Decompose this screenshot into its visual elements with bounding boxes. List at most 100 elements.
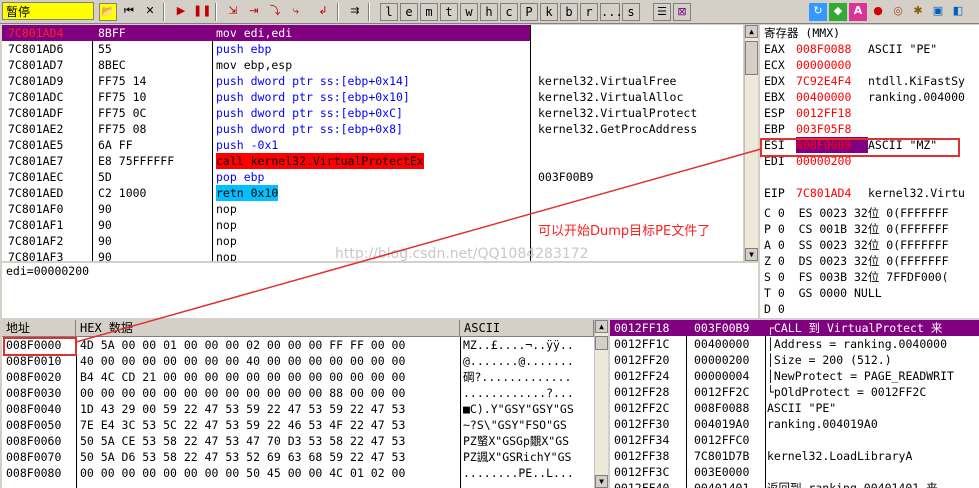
- window-icon[interactable]: ◧: [949, 3, 967, 21]
- register-row[interactable]: EDI 00000200: [764, 153, 868, 169]
- dump-row[interactable]: 008F0010 40 00 00 00 00 00 00 00 40 00 00…: [2, 353, 594, 369]
- dump-row[interactable]: 008F0080 00 00 00 00 00 00 00 00 50 45 00…: [2, 465, 594, 481]
- dump-pane[interactable]: 地址 HEX 数据 ASCII 008F0000 4D 5A 00 00 01 0…: [2, 320, 594, 488]
- threads-button[interactable]: t: [440, 3, 458, 21]
- stack-row[interactable]: 0012FF1C 00400000 │Address = ranking.00400…: [610, 336, 979, 352]
- memory-button[interactable]: m: [420, 3, 438, 21]
- tools-icon[interactable]: ▣: [929, 3, 947, 21]
- disassembly-row[interactable]: 7C801ADF FF75 0C push dword ptr ss:[ebp+0x…: [2, 105, 743, 121]
- stack-row[interactable]: 0012FF20 00000200 │Size = 200 (512.): [610, 352, 979, 368]
- pause-icon[interactable]: ❚❚: [193, 3, 211, 21]
- stack-row[interactable]: 0012FF34 0012FFC0: [610, 432, 979, 448]
- disassembly-scrollbar[interactable]: ▲ ▼: [744, 25, 758, 261]
- scroll-down-icon[interactable]: ▼: [745, 248, 758, 261]
- cpu-button[interactable]: c: [500, 3, 518, 21]
- breakpoints-button[interactable]: b: [560, 3, 578, 21]
- registers-pane[interactable]: 寄存器 (MMX) EAX 008F0088 ASCII "PE" ECX 000000…: [760, 25, 979, 318]
- trace-into-icon[interactable]: ⤵: [266, 3, 284, 21]
- disassembly-row[interactable]: 7C801AE5 6A FF push -0x1: [2, 137, 743, 153]
- dump-row[interactable]: 008F0040 1D 43 29 00 59 22 47 53 59 22 47…: [2, 401, 594, 417]
- stack-row[interactable]: 0012FF24 00000004 │NewProtect = PAGE_READW…: [610, 368, 979, 384]
- run-icon[interactable]: ▶: [172, 3, 190, 21]
- list-icon[interactable]: ☰: [653, 3, 671, 21]
- windows-button[interactable]: w: [460, 3, 478, 21]
- stack-pane[interactable]: 0012FF18 003F00B9 ┌CALL 到 VirtualProtect 来…: [610, 320, 979, 488]
- register-row[interactable]: EIP 7C801AD4 kernel32.Virtu: [764, 185, 965, 201]
- flag-row[interactable]: T 0 GS 0000 NULL: [764, 285, 882, 301]
- flag-row[interactable]: S 0 FS 003B 32位 7FFDF000(: [764, 269, 949, 285]
- disassembly-row[interactable]: 7C801AEC 5D pop ebp 003F00B9: [2, 169, 743, 185]
- disassembly-row[interactable]: 7C801AED C2 1000 retn 0x10: [2, 185, 743, 201]
- disassembly-row[interactable]: 7C801AD9 FF75 14 push dword ptr ss:[ebp+0x…: [2, 73, 743, 89]
- dump-row[interactable]: 008F0020 B4 4C CD 21 00 00 00 00 00 00 00…: [2, 369, 594, 385]
- stack-row[interactable]: 0012FF40 00401401 返回到 ranking.00401401 来: [610, 480, 979, 488]
- run-trace-button[interactable]: ...: [600, 3, 623, 21]
- register-row[interactable]: EAX 008F0088 ASCII "PE": [764, 41, 937, 57]
- dump-row[interactable]: 008F0060 50 5A CE 53 58 22 47 53 47 70 D3…: [2, 433, 594, 449]
- references-button[interactable]: r: [580, 3, 598, 21]
- dump-header-hex[interactable]: HEX 数据: [76, 320, 460, 337]
- scroll-down-icon[interactable]: ▼: [595, 475, 608, 488]
- stack-row[interactable]: 0012FF2C 008F0088 ASCII "PE": [610, 400, 979, 416]
- disassembly-row[interactable]: 7C801AD6 55 push ebp: [2, 41, 743, 57]
- scroll-up-icon[interactable]: ▲: [745, 25, 758, 38]
- instruction-address: 7C801AED: [8, 186, 64, 200]
- disassembly-row[interactable]: 7C801AE7 E8 75FFFFFF call kernel32.Virtual…: [2, 153, 743, 169]
- goto-icon[interactable]: ⇉: [346, 3, 364, 21]
- help-icon[interactable]: A: [849, 3, 867, 21]
- scroll-thumb[interactable]: [745, 41, 758, 75]
- register-row[interactable]: ESP 0012FF18: [764, 105, 868, 121]
- plugin-icon[interactable]: ◆: [829, 3, 847, 21]
- rewind-icon[interactable]: ⏮: [120, 3, 138, 21]
- open-folder-icon[interactable]: 📂: [99, 3, 117, 21]
- disassembly-row[interactable]: 7C801AF0 90 nop: [2, 201, 743, 217]
- close-icon[interactable]: ✕: [141, 3, 159, 21]
- dump-row[interactable]: 008F0070 50 5A D6 53 58 22 47 53 52 69 63…: [2, 449, 594, 465]
- flag-row[interactable]: Z 0 DS 0023 32位 0(FFFFFFF: [764, 253, 949, 269]
- handles-button[interactable]: h: [480, 3, 498, 21]
- register-row[interactable]: EDX 7C92E4F4 ntdll.KiFastSy: [764, 73, 965, 89]
- dump-scrollbar[interactable]: ▲ ▼: [594, 320, 608, 488]
- flag-row[interactable]: C 0 ES 0023 32位 0(FFFFFFF: [764, 205, 949, 221]
- stack-row[interactable]: 0012FF38 7C801D7B kernel32.LoadLibraryA: [610, 448, 979, 464]
- dump-row[interactable]: 008F0000 4D 5A 00 00 01 00 00 00 02 00 00…: [2, 337, 594, 353]
- stack-row[interactable]: 0012FF3C 003E0000: [610, 464, 979, 480]
- disassembly-row[interactable]: 7C801ADC FF75 10 push dword ptr ss:[ebp+0x…: [2, 89, 743, 105]
- scroll-up-icon[interactable]: ▲: [595, 320, 608, 333]
- instruction-text: nop: [216, 234, 237, 248]
- modules-button[interactable]: e: [400, 3, 418, 21]
- execute-till-return-icon[interactable]: ↲: [314, 3, 332, 21]
- refresh-icon[interactable]: ↻: [809, 3, 827, 21]
- scroll-thumb[interactable]: [595, 336, 608, 350]
- disassembly-row[interactable]: 7C801AE2 FF75 08 push dword ptr ss:[ebp+0x…: [2, 121, 743, 137]
- step-into-icon[interactable]: ⇲: [224, 3, 242, 21]
- disassembly-row[interactable]: 7C801AD7 8BEC mov ebp,esp: [2, 57, 743, 73]
- register-row[interactable]: EBP 003F05F8: [764, 121, 868, 137]
- instruction-text: call kernel32.VirtualProtectEx: [216, 153, 424, 169]
- log-window-button[interactable]: l: [380, 3, 398, 21]
- flag-row[interactable]: P 0 CS 001B 32位 0(FFFFFFF: [764, 221, 949, 237]
- step-over-icon[interactable]: ⇥: [245, 3, 263, 21]
- stack-row[interactable]: 0012FF28 0012FF2C └pOldProtect = 0012FF2C: [610, 384, 979, 400]
- stack-row[interactable]: 0012FF18 003F00B9 ┌CALL 到 VirtualProtect 来: [610, 320, 979, 336]
- stop-icon[interactable]: ●: [869, 3, 887, 21]
- dump-row[interactable]: 008F0030 00 00 00 00 00 00 00 00 00 00 00…: [2, 385, 594, 401]
- register-row[interactable]: ECX 00000000: [764, 57, 868, 73]
- register-row[interactable]: [764, 169, 868, 185]
- target-icon[interactable]: ◎: [889, 3, 907, 21]
- flag-row[interactable]: A 0 SS 0023 32位 0(FFFFFFF: [764, 237, 949, 253]
- call-stack-button[interactable]: k: [540, 3, 558, 21]
- grid-icon[interactable]: ⊠: [673, 3, 691, 21]
- stack-row[interactable]: 0012FF30 004019A0 ranking.004019A0: [610, 416, 979, 432]
- settings-icon[interactable]: ✱: [909, 3, 927, 21]
- dump-header-ascii[interactable]: ASCII: [460, 320, 594, 337]
- trace-over-icon[interactable]: ⤷: [287, 3, 305, 21]
- patches-button[interactable]: P: [520, 3, 538, 21]
- register-row[interactable]: EBX 00400000 ranking.004000: [764, 89, 965, 105]
- dump-header-address[interactable]: 地址: [2, 320, 76, 337]
- disassembly-row[interactable]: 7C801AD4 8BFF mov edi,edi: [2, 25, 743, 41]
- register-row[interactable]: ESI 008F0000 ASCII "MZ": [764, 137, 937, 153]
- flag-row[interactable]: D 0: [764, 301, 785, 317]
- dump-row[interactable]: 008F0050 7E E4 3C 53 5C 22 47 53 59 22 46…: [2, 417, 594, 433]
- source-button[interactable]: s: [622, 3, 640, 21]
